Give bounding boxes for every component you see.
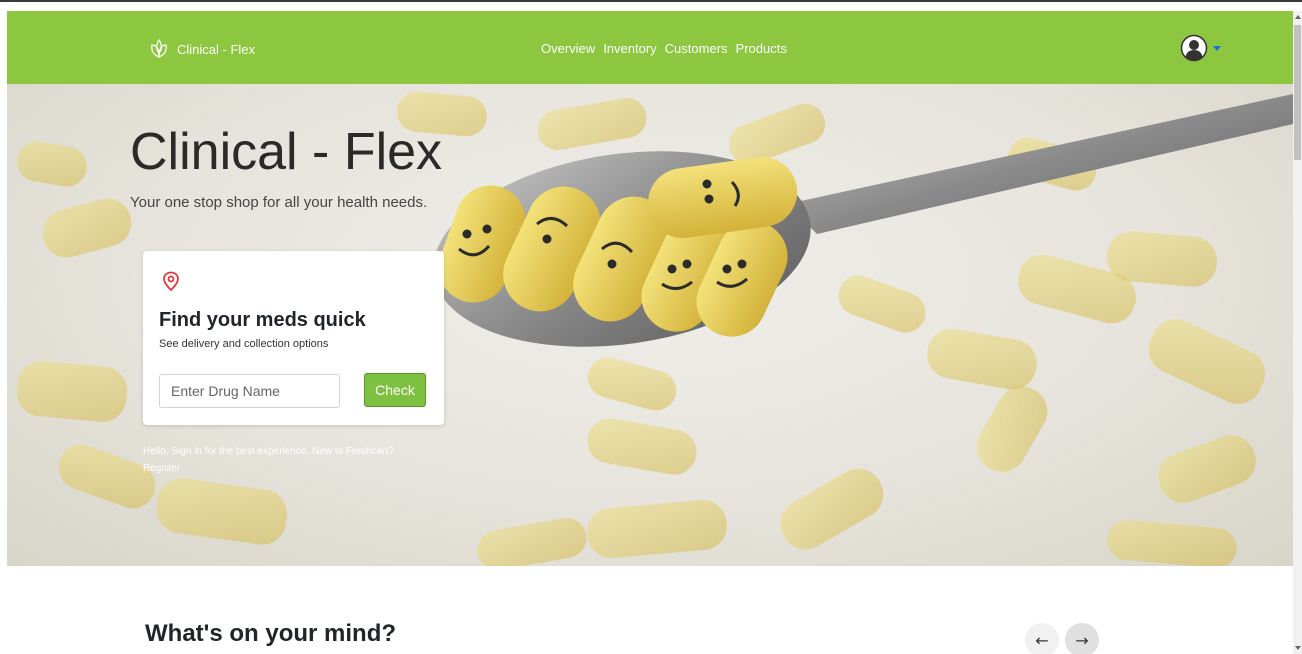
- map-pin-icon: [163, 271, 179, 291]
- hero-banner: Clinical - Flex Your one stop shop for a…: [7, 84, 1293, 566]
- scroll-up-arrow-icon[interactable]: [1295, 15, 1301, 19]
- signin-prompt: Hello, Sign in for the best experience. …: [143, 443, 443, 477]
- carousel-prev-button[interactable]: ←: [1025, 623, 1059, 654]
- brand-link[interactable]: Clinical - Flex: [147, 37, 255, 61]
- nav-overview[interactable]: Overview: [541, 41, 595, 56]
- arrow-right-icon: →: [1075, 630, 1089, 650]
- main-nav: Overview Inventory Customers Products: [541, 41, 787, 56]
- signin-link[interactable]: Hello, Sign in for the best experience. …: [143, 446, 394, 457]
- arrow-left-icon: ←: [1035, 630, 1049, 650]
- section-title: What's on your mind?: [145, 620, 397, 647]
- caret-down-icon: [1213, 45, 1221, 51]
- spoon-with-pills: [433, 94, 1293, 347]
- leaf-logo-icon: [151, 38, 167, 58]
- register-link[interactable]: Register: [143, 463, 180, 474]
- hero-title: Clinical - Flex: [130, 123, 443, 181]
- find-meds-card: Find your meds quick See delivery and co…: [143, 251, 444, 425]
- card-description: See delivery and collection options: [159, 338, 329, 350]
- navbar: Clinical - Flex Overview Inventory Custo…: [7, 11, 1293, 84]
- hero-subtitle: Your one stop shop for all your health n…: [130, 194, 428, 211]
- nav-products[interactable]: Products: [736, 41, 787, 56]
- browser-top-edge: [0, 0, 1302, 11]
- card-title: Find your meds quick: [159, 309, 366, 331]
- scroll-down-arrow-icon[interactable]: [1295, 646, 1301, 650]
- user-avatar-icon: [1180, 34, 1208, 62]
- check-button[interactable]: Check: [364, 373, 426, 407]
- scrollbar-thumb[interactable]: [1294, 25, 1301, 160]
- carousel-next-button[interactable]: →: [1065, 623, 1099, 654]
- user-menu-toggle[interactable]: [1180, 34, 1221, 62]
- nav-inventory[interactable]: Inventory: [603, 41, 656, 56]
- drug-name-input[interactable]: [159, 374, 340, 408]
- page-scrollbar[interactable]: [1293, 11, 1302, 654]
- brand-name: Clinical - Flex: [177, 41, 256, 57]
- nav-customers[interactable]: Customers: [665, 41, 728, 56]
